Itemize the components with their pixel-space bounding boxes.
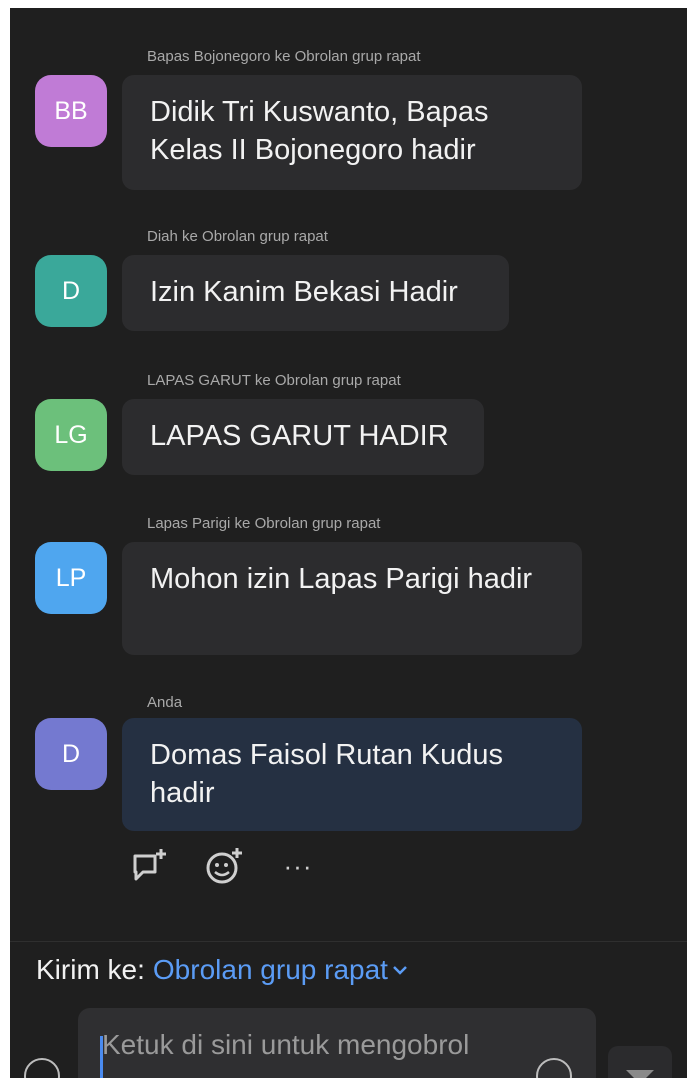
send-to-target: Obrolan grup rapat xyxy=(152,954,388,985)
add-reaction-icon[interactable] xyxy=(202,844,246,888)
send-to-label: Kirim ke: xyxy=(36,954,145,985)
avatar[interactable]: BB xyxy=(35,75,107,147)
more-options-icon[interactable]: ··· xyxy=(276,844,320,888)
message-bubble[interactable]: Mohon izin Lapas Parigi hadir xyxy=(122,542,582,655)
message-actions: ··· xyxy=(128,844,350,888)
avatar[interactable]: D xyxy=(35,718,107,790)
message-bubble[interactable]: Izin Kanim Bekasi Hadir xyxy=(122,255,509,331)
text-cursor xyxy=(100,1036,103,1078)
own-message-bubble[interactable]: Domas Faisol Rutan Kudus hadir xyxy=(122,718,582,831)
sender-line: Lapas Parigi ke Obrolan grup rapat xyxy=(147,515,381,532)
add-attachment-icon[interactable] xyxy=(24,1058,60,1078)
sender-line: Bapas Bojonegoro ke Obrolan grup rapat xyxy=(147,48,421,65)
chat-screen: Bapas Bojonegoro ke Obrolan grup rapat B… xyxy=(10,8,687,1078)
avatar[interactable]: D xyxy=(35,255,107,327)
message-input[interactable]: Ketuk di sini untuk mengobrol xyxy=(78,1008,596,1078)
composer: Ketuk di sini untuk mengobrol xyxy=(10,1006,687,1078)
more-options-glyph: ··· xyxy=(283,850,313,881)
chat-message: LAPAS GARUT ke Obrolan grup rapat LG LAP… xyxy=(10,372,687,482)
chat-message: Anda D Domas Faisol Rutan Kudus hadir xyxy=(10,694,687,844)
avatar[interactable]: LG xyxy=(35,399,107,471)
chat-message: Bapas Bojonegoro ke Obrolan grup rapat B… xyxy=(10,48,687,198)
chat-message: Lapas Parigi ke Obrolan grup rapat LP Mo… xyxy=(10,515,687,665)
send-to-row: Kirim ke: Obrolan grup rapat xyxy=(36,954,410,986)
chat-message: Diah ke Obrolan grup rapat D Izin Kanim … xyxy=(10,228,687,338)
divider xyxy=(10,941,687,942)
send-button[interactable] xyxy=(608,1046,672,1078)
sender-line: LAPAS GARUT ke Obrolan grup rapat xyxy=(147,372,401,389)
avatar[interactable]: LP xyxy=(35,542,107,614)
message-input-placeholder: Ketuk di sini untuk mengobrol xyxy=(102,1029,470,1060)
chevron-down-icon xyxy=(393,966,407,975)
sender-line: Anda xyxy=(147,694,183,711)
reply-comment-icon[interactable] xyxy=(128,844,172,888)
send-to-selector[interactable]: Obrolan grup rapat xyxy=(153,954,410,986)
send-icon xyxy=(626,1070,654,1078)
message-bubble[interactable]: Didik Tri Kuswanto, Bapas Kelas II Bojon… xyxy=(122,75,582,190)
sender-line: Diah ke Obrolan grup rapat xyxy=(147,228,328,245)
message-bubble[interactable]: LAPAS GARUT HADIR xyxy=(122,399,484,475)
